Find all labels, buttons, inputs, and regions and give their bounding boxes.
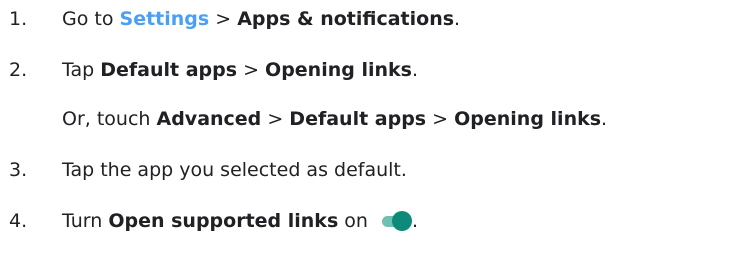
settings-link[interactable]: Settings: [120, 8, 210, 30]
toggle-on-icon: [378, 211, 412, 231]
step-text: Tap the app you selected as default.: [62, 159, 407, 181]
open-supported-links-label: Open supported links: [108, 210, 339, 232]
default-apps-label: Default apps: [289, 108, 427, 130]
step-number: 4.: [9, 210, 28, 232]
instruction-steps: 1. Go to Settings > Apps & notifications…: [0, 0, 734, 253]
step-number: 3.: [9, 159, 28, 181]
step-text: Tap Default apps > Opening links.: [62, 59, 419, 81]
step-number: 1.: [9, 8, 28, 30]
opening-links-label: Opening links: [454, 108, 602, 130]
step-text: Turn Open supported links on .: [62, 210, 419, 232]
apps-notifications-label: Apps & notifications: [237, 8, 455, 30]
step-text: Or, touch Advanced > Default apps > Open…: [62, 108, 608, 130]
step-number: 2.: [9, 59, 28, 81]
default-apps-label: Default apps: [100, 59, 238, 81]
step-text: Go to Settings > Apps & notifications.: [62, 8, 461, 30]
opening-links-label: Opening links: [265, 59, 412, 81]
advanced-label: Advanced: [156, 108, 262, 130]
